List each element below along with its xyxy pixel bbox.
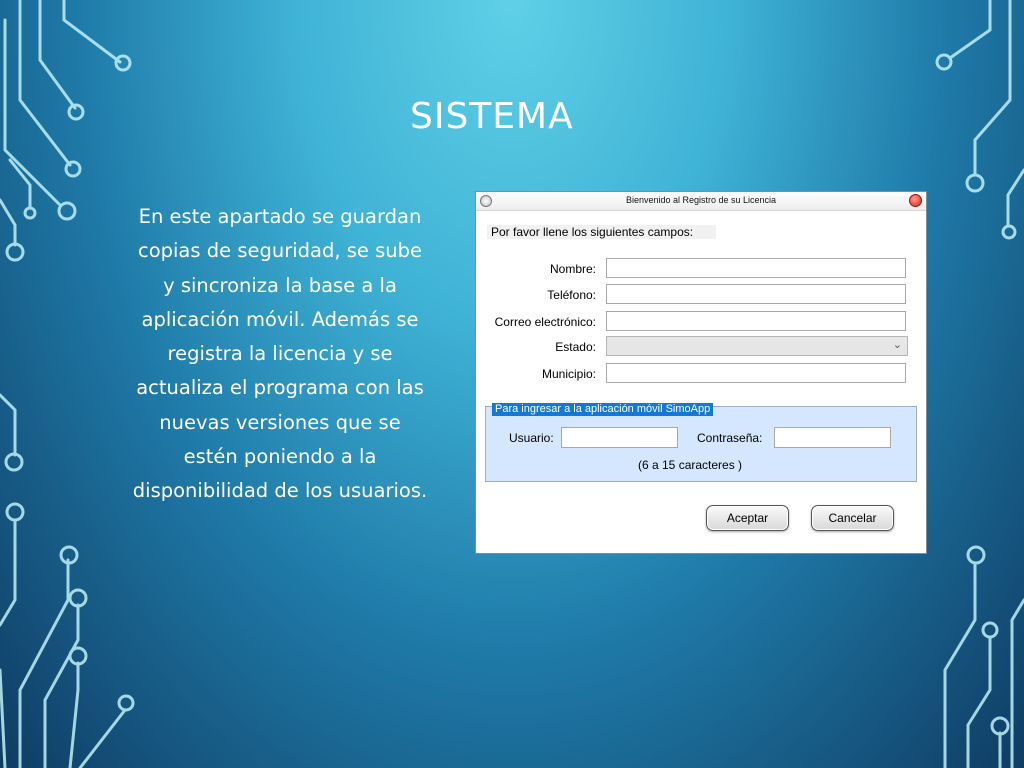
municipio-field[interactable] (606, 363, 906, 383)
nombre-label: Nombre: (549, 262, 596, 276)
municipio-label: Municipio: (541, 367, 596, 381)
dialog-titlebar[interactable]: Bienvenido al Registro de su Licencia (476, 192, 926, 211)
correo-label: Correo electrónico: (494, 315, 596, 329)
usuario-label: Usuario: (509, 431, 554, 445)
cancel-button[interactable]: Cancelar (811, 505, 894, 531)
password-length-hint: (6 a 15 caracteres ) (638, 458, 743, 472)
correo-field[interactable] (606, 311, 906, 331)
app-access-group: Para ingresar a la aplicación móvil Simo… (485, 403, 917, 482)
estado-label: Estado: (555, 340, 596, 354)
contrasena-label: Contraseña: (697, 431, 763, 445)
app-access-legend: Para ingresar a la aplicación móvil Simo… (492, 403, 714, 416)
nombre-field[interactable] (606, 258, 906, 278)
telefono-label: Teléfono: (547, 288, 596, 302)
close-icon[interactable] (909, 194, 922, 207)
telefono-field[interactable] (606, 284, 906, 304)
contrasena-field[interactable] (774, 427, 891, 448)
slide-title: SISTEMA (410, 96, 574, 137)
dialog-title: Bienvenido al Registro de su Licencia (625, 195, 777, 205)
license-registration-dialog: Bienvenido al Registro de su Licencia Po… (475, 191, 927, 554)
slide-body-text: En este apartado se guardan copias de se… (132, 205, 428, 503)
usuario-field[interactable] (561, 427, 678, 448)
chevron-down-icon[interactable]: ⌄ (893, 338, 902, 351)
estado-select[interactable]: ⌄ (606, 336, 908, 356)
accept-button[interactable]: Aceptar (706, 505, 789, 531)
form-instructions: Por favor llene los siguientes campos: (487, 225, 716, 239)
